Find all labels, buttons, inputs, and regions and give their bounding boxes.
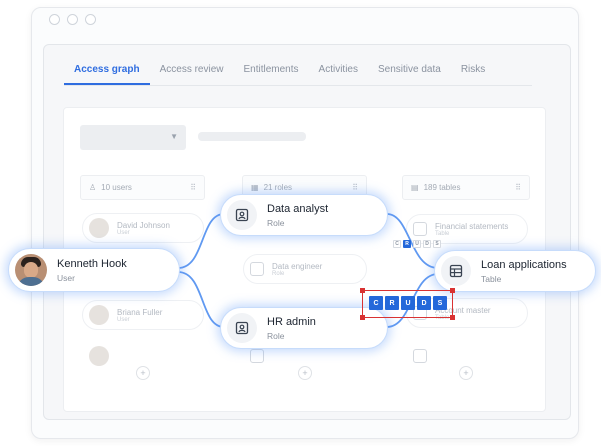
node-role-subtitle: Role (267, 330, 285, 341)
permission-update[interactable]: U (413, 240, 421, 248)
node-table-subtitle: Table (481, 273, 502, 284)
node-role-subtitle: Role (267, 217, 285, 228)
node-role-data-analyst[interactable]: Data analyst Role (220, 194, 388, 236)
permission-create[interactable]: C (369, 296, 383, 310)
id-badge-icon (227, 313, 257, 343)
edge-user-to-data-analyst (177, 213, 225, 269)
node-user-subtitle: User (57, 272, 75, 283)
permission-chips-small: C R U D S (393, 240, 441, 248)
permission-create[interactable]: C (393, 240, 401, 248)
node-user-title: Kenneth Hook (57, 257, 127, 270)
node-table-title: Loan applications (481, 258, 567, 271)
node-user[interactable]: Kenneth Hook User (8, 248, 180, 292)
id-badge-icon (227, 200, 257, 230)
node-role-title: HR admin (267, 315, 316, 328)
edge-user-to-hr-admin (177, 271, 225, 328)
permission-share[interactable]: S (433, 240, 441, 248)
permission-share[interactable]: S (433, 296, 447, 310)
permission-delete[interactable]: D (417, 296, 431, 310)
permission-read[interactable]: R (385, 296, 399, 310)
node-role-title: Data analyst (267, 202, 329, 215)
permission-chips-large: C R U D S (369, 296, 447, 310)
permission-read[interactable]: R (403, 240, 411, 248)
table-grid-icon (441, 256, 471, 286)
avatar (15, 254, 47, 286)
node-table-loan-applications[interactable]: Loan applications Table (434, 250, 596, 292)
permission-update[interactable]: U (401, 296, 415, 310)
permission-delete[interactable]: D (423, 240, 431, 248)
